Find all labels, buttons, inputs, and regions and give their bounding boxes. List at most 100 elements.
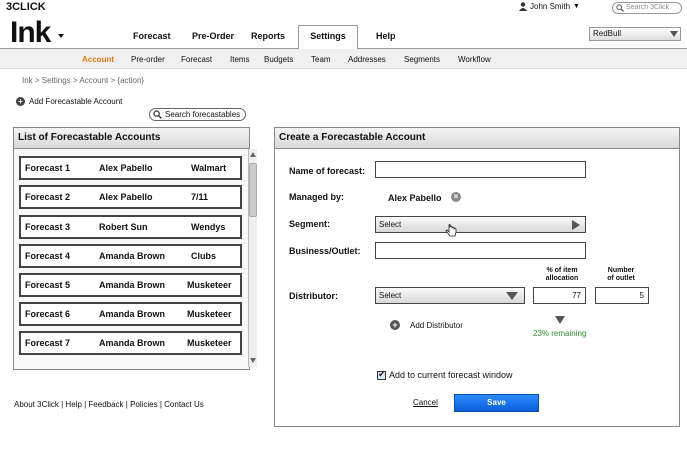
add-to-window-option[interactable]: Add to current forecast window — [377, 369, 513, 380]
forecast-manager: Alex Pabello — [99, 163, 153, 173]
list-item[interactable]: Forecast 2 Alex Pabello 7/11 — [19, 185, 242, 209]
distributor-label: Distributor: — [289, 291, 338, 301]
subnav-pre-order[interactable]: Pre-order — [131, 55, 165, 64]
search-icon — [153, 110, 162, 119]
forecast-segment: Walmart — [191, 163, 227, 173]
list-item[interactable]: Forecast 3 Robert Sun Wendys — [19, 215, 242, 239]
scroll-down-icon[interactable] — [249, 357, 257, 365]
add-icon: + — [390, 320, 400, 330]
forecast-name: Forecast 5 — [25, 280, 71, 290]
forecast-segment: Clubs — [191, 251, 217, 261]
global-search-placeholder: Search 3Click — [626, 4, 670, 11]
scroll-up-icon[interactable] — [249, 151, 257, 159]
business-outlet-input[interactable] — [375, 242, 586, 259]
outlet-header-line-2: of outlet — [607, 275, 635, 282]
forecast-name: Forecast 6 — [25, 309, 71, 319]
user-menu[interactable]: John Smith ▼ — [519, 2, 580, 11]
forecast-name: Forecast 7 — [25, 338, 71, 348]
list-item[interactable]: Forecast 4 Amanda Brown Clubs — [19, 244, 242, 268]
hand-cursor-icon — [445, 224, 457, 237]
save-button[interactable]: Save — [454, 394, 539, 412]
add-to-window-label: Add to current forecast window — [389, 370, 513, 380]
chevron-right-icon — [572, 220, 580, 230]
list-item[interactable]: Forecast 6 Amanda Brown Musketeer — [19, 302, 242, 326]
brand-name: 3CLICK — [6, 1, 46, 13]
forecast-manager: Robert Sun — [99, 222, 148, 232]
account-select[interactable]: RedBull — [589, 27, 681, 41]
forecast-segment: Musketeer — [187, 338, 232, 348]
forecast-manager: Amanda Brown — [99, 280, 166, 290]
breadcrumb: Ink > Settings > Account > {action} — [22, 76, 145, 85]
list-item[interactable]: Forecast 1 Alex Pabello Walmart — [19, 156, 242, 180]
outlet-header-line-1: Number — [607, 267, 635, 274]
subnav-workflow[interactable]: Workflow — [458, 55, 491, 64]
subnav-forecast[interactable]: Forecast — [181, 55, 212, 64]
nav-pre-order[interactable]: Pre-Order — [192, 31, 234, 41]
form-title: Create a Forecastable Account — [275, 128, 679, 149]
nav-help[interactable]: Help — [376, 31, 396, 41]
distributor-select[interactable]: Select — [375, 287, 525, 304]
forecast-name: Forecast 2 — [25, 192, 71, 202]
user-name: John Smith — [530, 2, 571, 11]
allocation-header-line-1: % of item — [546, 267, 578, 274]
allocation-remaining: 23% remaining — [533, 329, 587, 338]
managed-by-label: Managed by: — [289, 192, 345, 202]
add-distributor-label: Add Distributor — [410, 320, 463, 330]
footer-links[interactable]: About 3Click | Help | Feedback | Policie… — [14, 400, 204, 409]
top-bar — [0, 0, 687, 16]
forecast-segment: Musketeer — [187, 280, 232, 290]
subnav-account[interactable]: Account — [82, 55, 114, 64]
subnav-addresses[interactable]: Addresses — [348, 55, 386, 64]
chevron-down-icon — [670, 31, 678, 37]
add-distributor-button[interactable]: + Add Distributor — [390, 320, 463, 330]
forecast-manager: Amanda Brown — [99, 251, 166, 261]
forecast-manager: Amanda Brown — [99, 309, 166, 319]
list-panel-title: List of Forecastable Accounts — [14, 128, 249, 149]
subnav-items[interactable]: Items — [230, 55, 250, 64]
name-label: Name of forecast: — [289, 166, 366, 176]
nav-settings[interactable]: Settings — [298, 25, 358, 49]
search-icon — [616, 4, 624, 12]
remove-manager-icon[interactable]: × — [451, 192, 461, 202]
managed-by-value: Alex Pabello — [388, 193, 442, 203]
forecast-name-input[interactable] — [375, 161, 586, 178]
allocation-input[interactable]: 77 — [533, 287, 586, 304]
cancel-button[interactable]: Cancel — [413, 398, 438, 407]
forecast-name: Forecast 4 — [25, 251, 71, 261]
forecast-segment: 7/11 — [191, 192, 209, 202]
scroll-thumb[interactable] — [249, 163, 257, 217]
segment-select-value: Select — [379, 220, 402, 229]
chevron-down-icon: ▼ — [573, 3, 580, 10]
forecast-manager: Amanda Brown — [99, 338, 166, 348]
outlet-header: Number of outlet — [598, 267, 644, 283]
global-search-input[interactable]: Search 3Click — [612, 2, 682, 14]
app-logo[interactable]: Ink — [10, 17, 51, 49]
add-forecastable-label: Add Forecastable Account — [29, 97, 123, 106]
forecast-segment: Wendys — [191, 222, 226, 232]
chevron-down-icon — [506, 292, 518, 300]
forecast-name: Forecast 1 — [25, 163, 71, 173]
add-icon: + — [16, 97, 25, 106]
search-forecastables-label: Search forecastables — [165, 110, 241, 119]
forecast-name: Forecast 3 — [25, 222, 71, 232]
list-item[interactable]: Forecast 7 Amanda Brown Musketeer — [19, 331, 242, 355]
segment-select[interactable]: Select — [375, 216, 586, 233]
list-item[interactable]: Forecast 5 Amanda Brown Musketeer — [19, 273, 242, 297]
outlet-count-input[interactable]: 5 — [595, 287, 649, 304]
nav-reports[interactable]: Reports — [251, 31, 285, 41]
business-label: Business/Outlet: — [289, 246, 361, 256]
search-forecastables-button[interactable]: Search forecastables — [149, 108, 246, 121]
segment-label: Segment: — [289, 219, 331, 229]
add-to-window-checkbox[interactable] — [377, 369, 386, 380]
distributor-select-value: Select — [379, 291, 402, 300]
subnav-segments[interactable]: Segments — [404, 55, 440, 64]
nav-forecast[interactable]: Forecast — [133, 31, 171, 41]
add-forecastable-button[interactable]: + Add Forecastable Account — [16, 97, 122, 106]
logo-dropdown-icon[interactable] — [58, 34, 64, 38]
subnav-budgets[interactable]: Budgets — [264, 55, 293, 64]
account-select-value: RedBull — [593, 29, 622, 38]
user-icon — [519, 2, 527, 11]
subnav-team[interactable]: Team — [311, 55, 331, 64]
allocation-header: % of item allocation — [536, 267, 588, 283]
remaining-indicator-icon — [555, 316, 565, 324]
